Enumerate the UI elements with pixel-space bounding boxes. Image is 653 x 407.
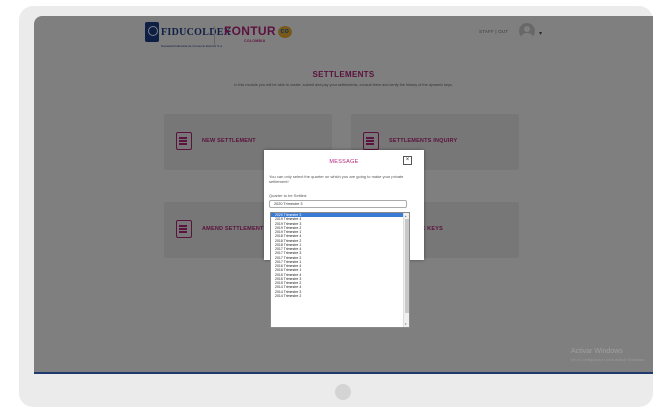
scroll-up-icon[interactable]: ▴	[405, 214, 407, 218]
dropdown-scrollbar[interactable]: ▴ ▾	[403, 213, 409, 327]
bottom-accent-bar	[34, 372, 653, 374]
windows-activation-subtext: Ve a Configuración para activar Windows.	[571, 357, 646, 362]
scrollbar-thumb[interactable]	[405, 219, 409, 313]
dialog-message: You can only select the quarter on which…	[269, 174, 404, 184]
dropdown-options: 2020 Trimestre 3 2019 Trimestre 4 2019 Tri…	[271, 213, 403, 298]
quarter-label: Quarter to be Settled:	[269, 193, 308, 198]
windows-activation-watermark: Activar Windows	[571, 348, 623, 355]
scroll-down-icon[interactable]: ▾	[405, 322, 407, 326]
app-screen: FIDUCOLDEX Sociedad Fiduciaria de Comerc…	[34, 16, 653, 374]
dialog-title: MESSAGE	[329, 159, 359, 165]
quarter-select[interactable]: 2020 Trimestre 3	[269, 200, 407, 208]
quarter-dropdown-list[interactable]: 2020 Trimestre 3 2019 Trimestre 4 2019 Tri…	[270, 212, 410, 328]
home-button[interactable]	[335, 384, 351, 400]
dropdown-option[interactable]: 2014 Trimestre 2	[271, 294, 403, 298]
close-icon[interactable]: ×	[403, 156, 412, 165]
